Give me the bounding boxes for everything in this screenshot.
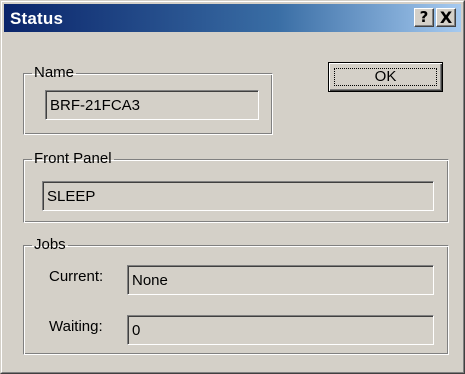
window-title: Status — [10, 9, 64, 28]
help-icon: ? — [419, 8, 429, 26]
close-button[interactable]: X — [436, 8, 456, 27]
front-panel-group-legend: Front Panel — [34, 150, 112, 167]
status-dialog: Status ? X Name BRF-21FCA3 OK Front Pane… — [0, 0, 465, 374]
ok-button[interactable]: OK — [328, 62, 443, 92]
name-group-legend: Name — [34, 64, 75, 81]
title-bar[interactable]: Status ? X — [4, 4, 461, 32]
name-field: BRF-21FCA3 — [45, 90, 259, 120]
waiting-field: 0 — [127, 315, 434, 345]
close-icon: X — [439, 8, 453, 27]
current-label: Current: — [49, 268, 104, 285]
jobs-group-legend: Jobs — [34, 236, 66, 253]
waiting-label: Waiting: — [49, 318, 103, 335]
current-field: None — [127, 265, 434, 295]
help-button[interactable]: ? — [414, 8, 434, 27]
front-panel-field: SLEEP — [42, 181, 434, 211]
ok-button-label: OK — [374, 68, 397, 85]
